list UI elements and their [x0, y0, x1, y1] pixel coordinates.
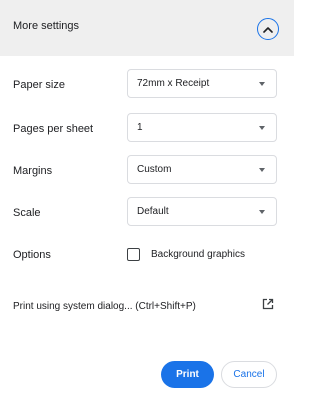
print-button[interactable]: Print	[161, 361, 214, 388]
more-settings-header[interactable]: More settings	[0, 0, 294, 56]
background-graphics-label[interactable]: Background graphics	[151, 249, 245, 260]
cancel-button[interactable]: Cancel	[221, 361, 277, 388]
dropdown-caret-icon	[259, 126, 265, 130]
margins-value: Custom	[137, 164, 172, 175]
open-in-new-icon[interactable]	[262, 298, 274, 310]
dropdown-caret-icon	[259, 210, 265, 214]
scale-value: Default	[137, 206, 169, 217]
chevron-up-icon	[263, 26, 273, 33]
print-settings-panel: More settings Paper size 72mm x Receipt …	[0, 0, 294, 401]
paper-size-select[interactable]: 72mm x Receipt	[127, 69, 277, 98]
collapse-button[interactable]	[257, 18, 279, 40]
dropdown-caret-icon	[259, 168, 265, 172]
scale-select[interactable]: Default	[127, 197, 277, 226]
background-graphics-checkbox[interactable]	[127, 248, 140, 261]
margins-select[interactable]: Custom	[127, 155, 277, 184]
paper-size-label: Paper size	[13, 79, 65, 91]
pages-per-sheet-label: Pages per sheet	[13, 123, 94, 135]
pages-per-sheet-select[interactable]: 1	[127, 113, 277, 142]
options-label: Options	[13, 249, 51, 261]
more-settings-title: More settings	[13, 20, 80, 32]
dropdown-caret-icon	[259, 82, 265, 86]
scale-label: Scale	[13, 207, 41, 219]
margins-label: Margins	[13, 165, 53, 177]
paper-size-value: 72mm x Receipt	[137, 78, 210, 89]
pages-per-sheet-value: 1	[137, 122, 143, 133]
system-dialog-link[interactable]: Print using system dialog... (Ctrl+Shift…	[13, 301, 196, 312]
